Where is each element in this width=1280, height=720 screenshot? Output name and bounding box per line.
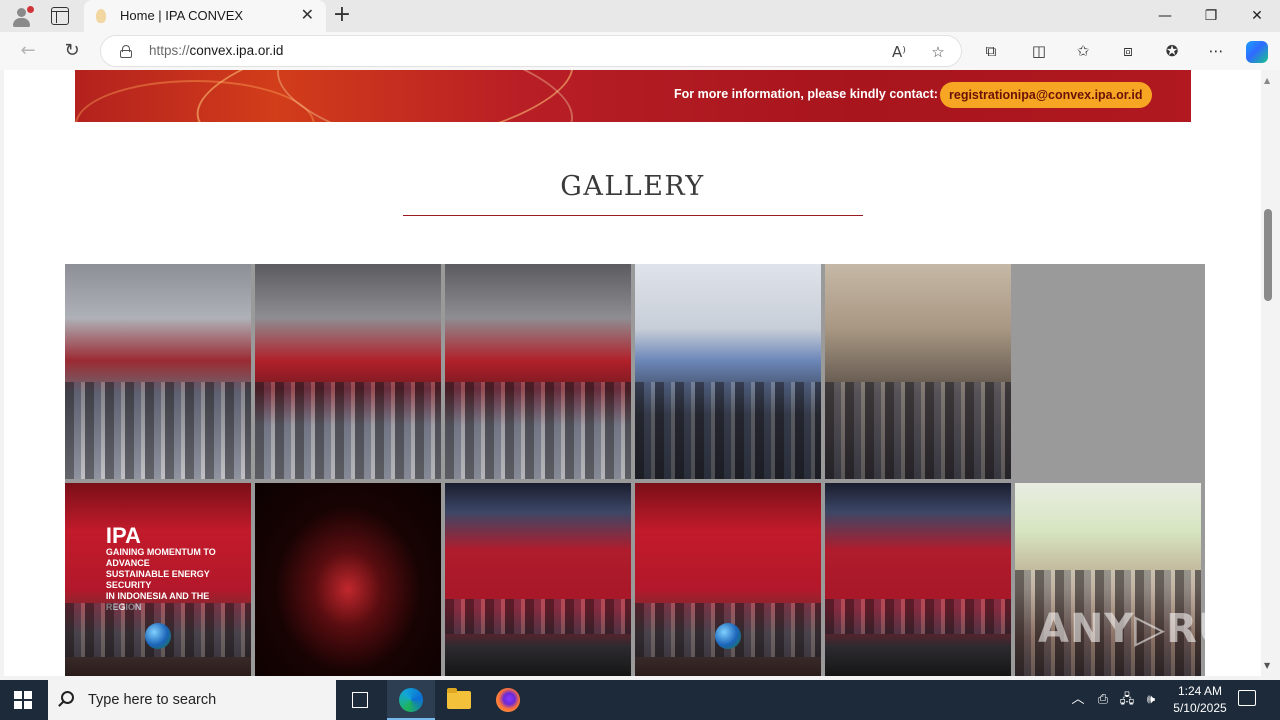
network-icon[interactable]: 🖧 — [1118, 691, 1136, 709]
window-close-button[interactable]: ✕ — [1247, 6, 1267, 26]
copilot-icon[interactable] — [1246, 41, 1268, 63]
address-bar[interactable]: https://convex.ipa.or.id A⁾ ☆ — [100, 35, 962, 67]
notification-icon[interactable] — [1238, 690, 1256, 706]
banner-info-text: For more information, please kindly cont… — [674, 87, 938, 101]
favorite-star-icon[interactable]: ☆ — [928, 42, 948, 62]
tab-actions-icon[interactable] — [51, 7, 69, 25]
scroll-down-icon[interactable]: ▼ — [1264, 661, 1270, 670]
globe-icon — [714, 622, 741, 649]
profile-icon[interactable] — [10, 6, 34, 28]
search-placeholder: Type here to search — [88, 692, 217, 708]
restore-button[interactable]: ❐ — [1201, 6, 1221, 26]
firefox-icon — [496, 688, 520, 712]
taskbar-search-box[interactable]: Type here to search — [48, 680, 336, 720]
back-button[interactable]: ← — [17, 40, 39, 62]
tab-close-button[interactable]: ✕ — [301, 7, 314, 23]
contact-banner: For more information, please kindly cont… — [75, 70, 1191, 122]
task-view-icon — [352, 692, 368, 708]
gallery-photo[interactable] — [445, 264, 631, 479]
browser-essentials-icon[interactable]: ✪ — [1162, 41, 1182, 61]
gallery-divider — [403, 215, 863, 216]
extensions-icon[interactable]: ⧉ — [981, 41, 1001, 61]
gallery-photo[interactable] — [255, 264, 441, 479]
tray-device-icon[interactable]: ⎙ — [1094, 691, 1112, 709]
volume-icon[interactable]: 🕪 — [1142, 691, 1160, 709]
registration-email-link[interactable]: registrationipa@convex.ipa.or.id — [940, 82, 1152, 108]
scroll-up-icon[interactable]: ▲ — [1264, 76, 1270, 85]
minimize-button[interactable]: — — [1155, 6, 1175, 26]
windows-start-icon[interactable] — [14, 691, 32, 709]
page-viewport: For more information, please kindly cont… — [4, 70, 1261, 676]
stage-backdrop-text: IPA GAINING MOMENTUM TO ADVANCE SUSTAINA… — [105, 523, 216, 613]
gallery-photo[interactable] — [825, 264, 1011, 479]
gallery-photo[interactable] — [825, 483, 1011, 676]
gallery-photo[interactable]: IPA GAINING MOMENTUM TO ADVANCE SUSTAINA… — [65, 483, 251, 676]
split-screen-icon[interactable]: ◫ — [1029, 41, 1049, 61]
gallery-grid: IPA GAINING MOMENTUM TO ADVANCE SUSTAINA… — [65, 264, 1205, 676]
gallery-photo[interactable] — [255, 483, 441, 676]
url-text[interactable]: https://convex.ipa.or.id — [149, 43, 283, 58]
collections-icon[interactable]: ⧈ — [1118, 41, 1138, 61]
gallery-photo[interactable] — [65, 264, 251, 479]
tab-strip: Home | IPA CONVEX ✕ + — ❐ ✕ — [0, 0, 1280, 32]
gallery-photo[interactable] — [445, 483, 631, 676]
taskbar-file-explorer[interactable] — [435, 680, 483, 720]
taskbar-firefox[interactable] — [484, 680, 532, 720]
reload-button[interactable]: ↻ — [61, 40, 83, 62]
site-favicon-icon — [96, 9, 106, 23]
scroll-thumb[interactable] — [1264, 209, 1272, 301]
read-aloud-icon[interactable]: A⁾ — [889, 42, 909, 62]
browser-toolbar: ← ↻ https://convex.ipa.or.id A⁾ ☆ ⧉ ◫ ✩ … — [0, 32, 1280, 70]
gallery-photo[interactable] — [635, 483, 821, 676]
edge-icon — [399, 688, 423, 712]
task-view-button[interactable] — [336, 680, 384, 720]
new-tab-button[interactable]: + — [331, 4, 353, 26]
lock-icon[interactable] — [120, 45, 132, 58]
folder-icon — [447, 688, 471, 709]
browser-tab[interactable]: Home | IPA CONVEX ✕ — [84, 0, 326, 32]
gallery-photo[interactable] — [635, 264, 821, 479]
watermark-logo: ANY▷RUN — [1038, 606, 1266, 652]
globe-icon — [144, 622, 171, 649]
page-scrollbar[interactable]: ▲ ▼ — [1261, 70, 1276, 676]
favorites-icon[interactable]: ✩ — [1073, 41, 1093, 61]
taskbar-clock[interactable]: 1:24 AM 5/10/2025 — [1160, 683, 1240, 717]
taskbar: Type here to search ︿ ⎙ 🖧 🕪 1:24 AM 5/10… — [0, 680, 1280, 720]
taskbar-edge[interactable] — [387, 680, 435, 720]
gallery-title: GALLERY — [560, 171, 705, 202]
more-menu-icon[interactable]: ⋯ — [1206, 41, 1226, 61]
tab-title: Home | IPA CONVEX — [120, 8, 244, 23]
search-icon — [61, 691, 74, 704]
tray-chevron-icon[interactable]: ︿ — [1069, 691, 1087, 709]
